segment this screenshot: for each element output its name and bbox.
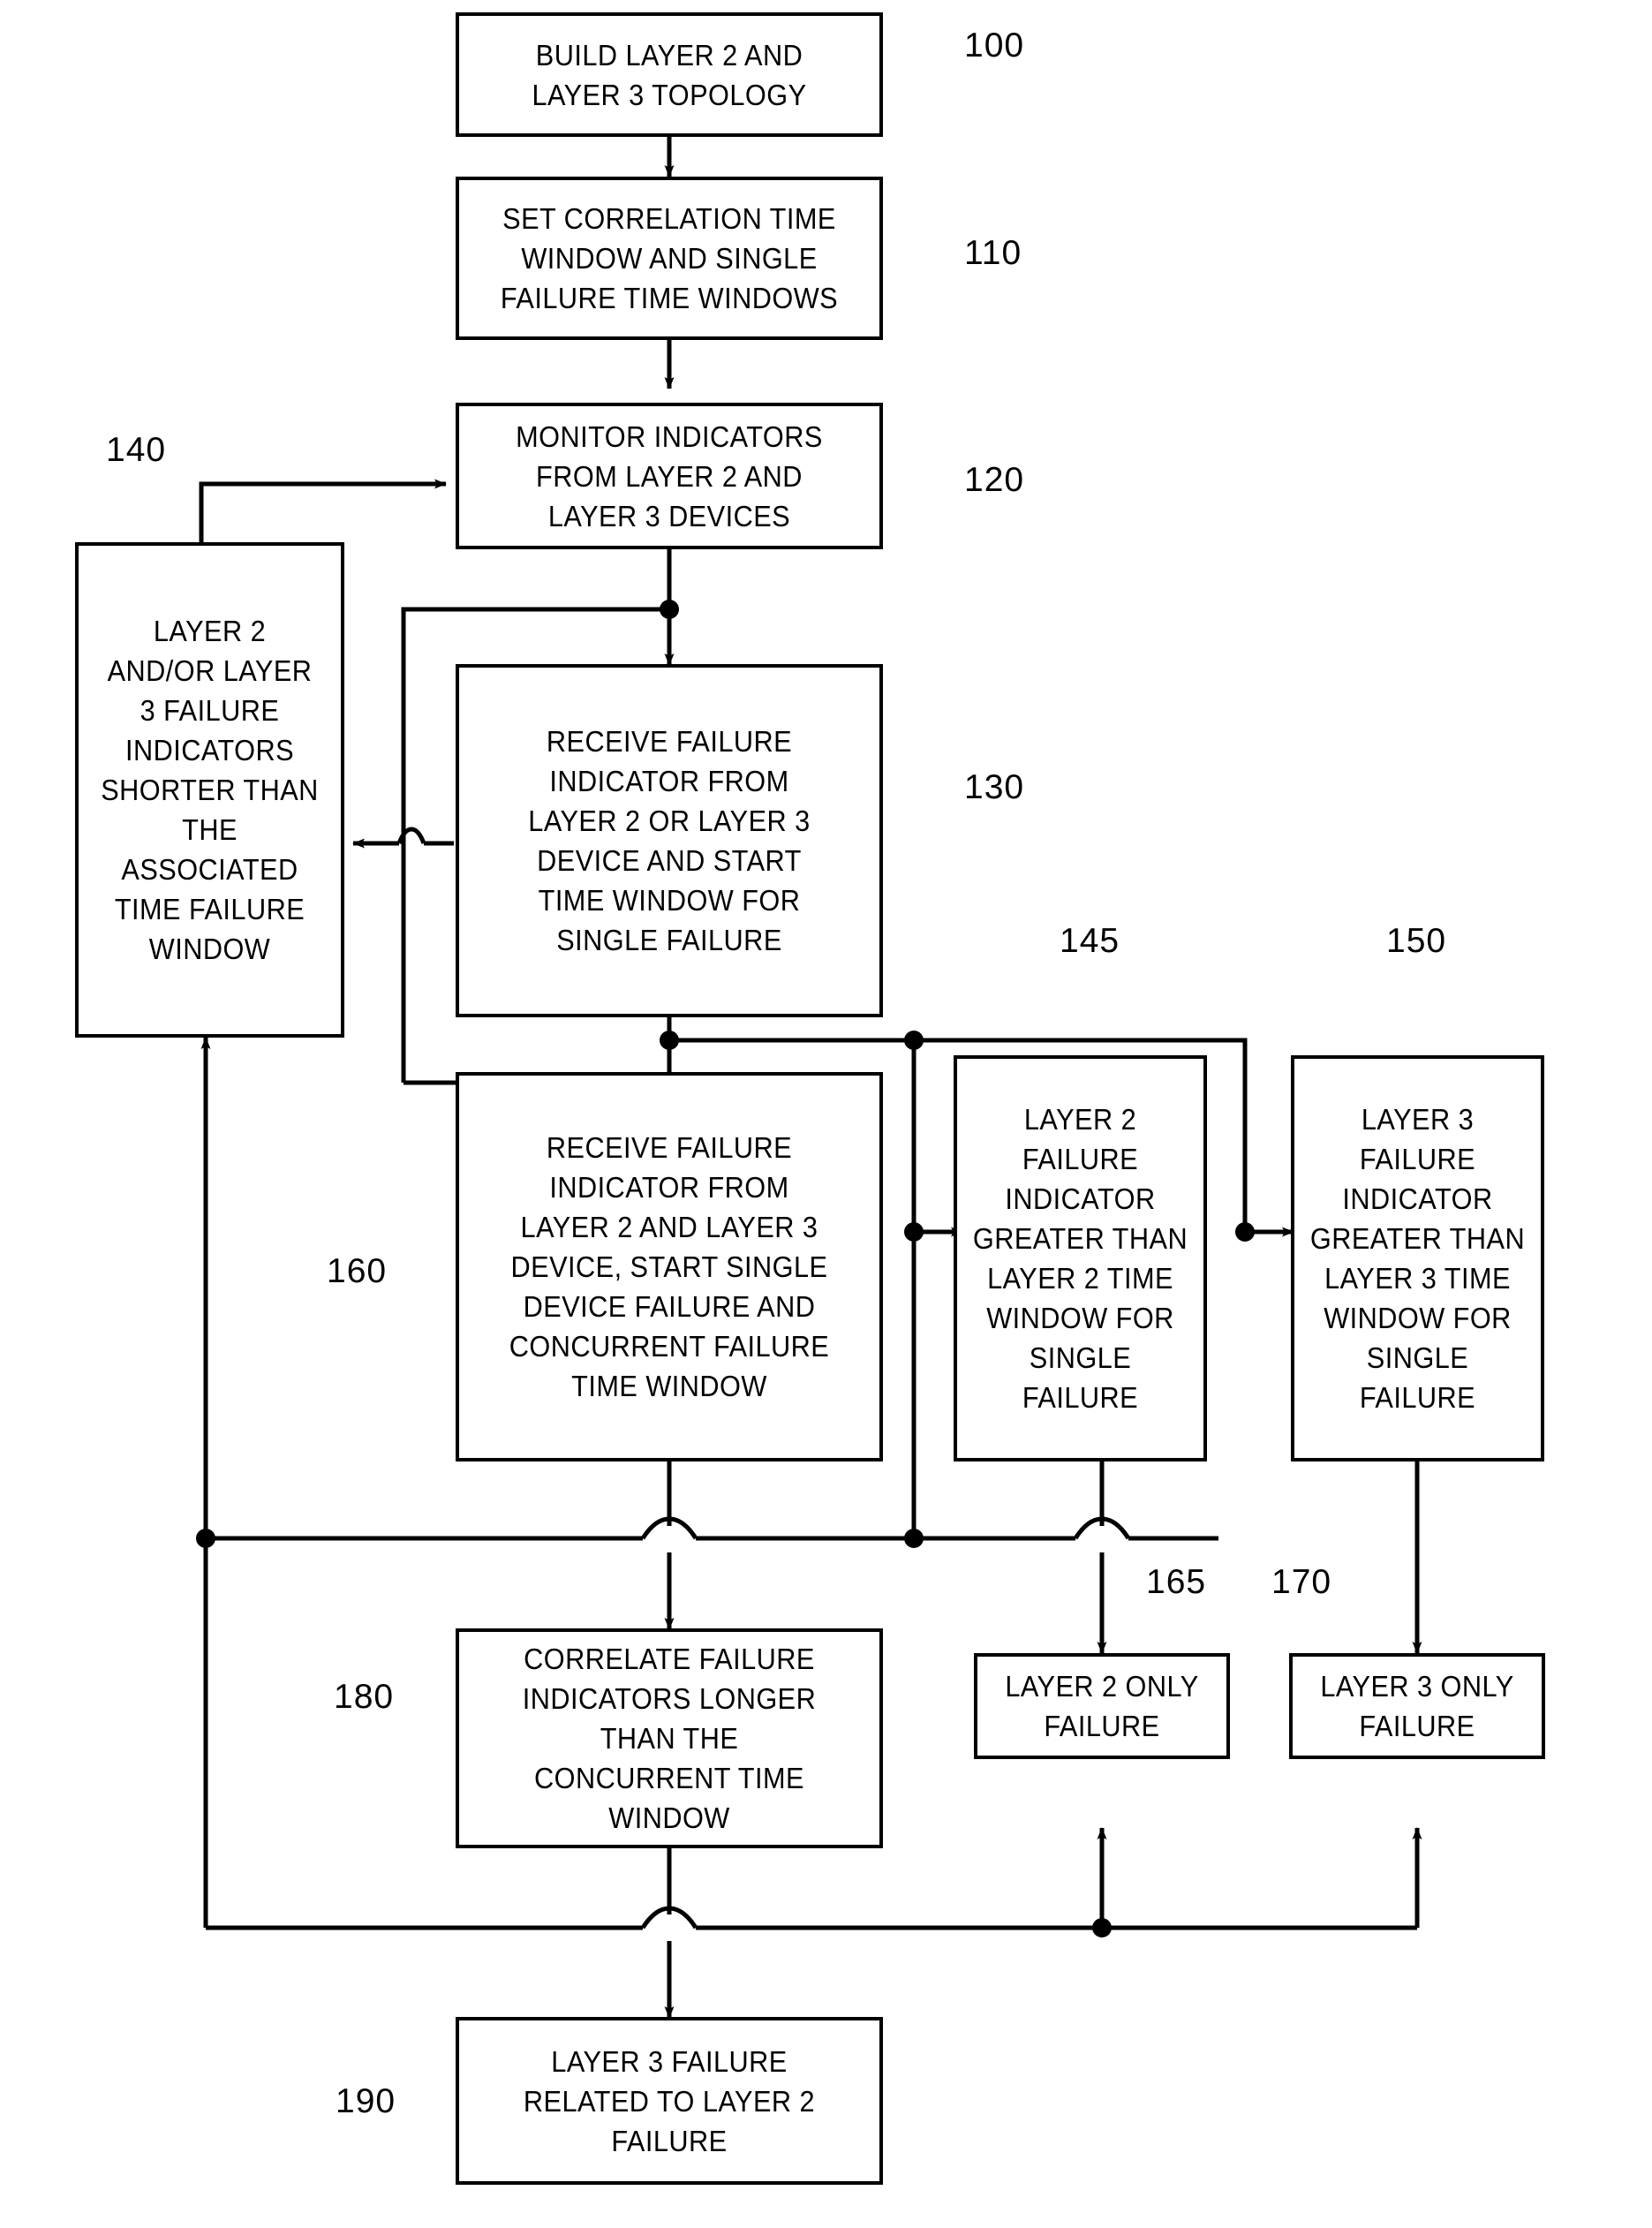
terminal-box-190-label: LAYER 3 FAILURE RELATED TO LAYER 2 FAILU… [523, 2044, 816, 2157]
process-box-110-label: SET CORRELATION TIME WINDOW AND SINGLE F… [500, 202, 839, 314]
process-box-120-label: MONITOR INDICATORS FROM LAYER 2 AND LAYE… [516, 419, 823, 532]
process-box-130[interactable]: RECEIVE FAILURE INDICATOR FROM LAYER 2 O… [456, 664, 883, 1017]
decision-box-150-label: LAYER 3 FAILURE INDICATOR GREATER THAN L… [1309, 1103, 1526, 1414]
decision-box-145[interactable]: LAYER 2 FAILURE INDICATOR GREATER THAN L… [954, 1055, 1207, 1461]
ref-number-160: 160 [327, 1252, 388, 1290]
ref-number-145: 145 [1060, 922, 1120, 960]
patent-flowchart-figure: BUILD LAYER 2 AND LAYER 3 TOPOLOGY 100 S… [0, 0, 1652, 2228]
decision-box-140[interactable]: LAYER 2 AND/OR LAYER 3 FAILURE INDICATOR… [75, 542, 344, 1038]
terminal-box-170[interactable]: LAYER 3 ONLY FAILURE [1289, 1653, 1545, 1759]
ref-number-170: 170 [1271, 1563, 1332, 1601]
terminal-box-170-label: LAYER 3 ONLY FAILURE [1320, 1670, 1514, 1742]
ref-number-165: 165 [1146, 1563, 1207, 1601]
ref-number-190: 190 [336, 2082, 396, 2120]
process-box-120[interactable]: MONITOR INDICATORS FROM LAYER 2 AND LAYE… [456, 403, 883, 549]
ref-number-130: 130 [964, 768, 1025, 806]
process-box-160[interactable]: RECEIVE FAILURE INDICATOR FROM LAYER 2 A… [456, 1072, 883, 1461]
ref-number-150: 150 [1386, 922, 1447, 960]
decision-box-140-label: LAYER 2 AND/OR LAYER 3 FAILURE INDICATOR… [101, 615, 319, 965]
terminal-box-165-label: LAYER 2 ONLY FAILURE [1005, 1670, 1199, 1742]
terminal-box-165[interactable]: LAYER 2 ONLY FAILURE [974, 1653, 1230, 1759]
terminal-box-190[interactable]: LAYER 3 FAILURE RELATED TO LAYER 2 FAILU… [456, 2017, 883, 2185]
process-box-180[interactable]: CORRELATE FAILURE INDICATORS LONGER THAN… [456, 1628, 883, 1848]
ref-number-140: 140 [106, 431, 167, 469]
ref-number-120: 120 [964, 461, 1025, 499]
ref-number-180: 180 [334, 1678, 395, 1716]
process-box-180-label: CORRELATE FAILURE INDICATORS LONGER THAN… [522, 1643, 817, 1834]
decision-box-150[interactable]: LAYER 3 FAILURE INDICATOR GREATER THAN L… [1291, 1055, 1544, 1461]
ref-number-110: 110 [964, 234, 1022, 272]
process-box-130-label: RECEIVE FAILURE INDICATOR FROM LAYER 2 O… [528, 725, 811, 956]
process-box-160-label: RECEIVE FAILURE INDICATOR FROM LAYER 2 A… [509, 1131, 830, 1402]
decision-box-145-label: LAYER 2 FAILURE INDICATOR GREATER THAN L… [972, 1103, 1188, 1414]
process-box-100-label: BUILD LAYER 2 AND LAYER 3 TOPOLOGY [532, 38, 807, 111]
process-box-100[interactable]: BUILD LAYER 2 AND LAYER 3 TOPOLOGY [456, 12, 883, 137]
process-box-110[interactable]: SET CORRELATION TIME WINDOW AND SINGLE F… [456, 177, 883, 340]
ref-number-100: 100 [964, 26, 1025, 64]
